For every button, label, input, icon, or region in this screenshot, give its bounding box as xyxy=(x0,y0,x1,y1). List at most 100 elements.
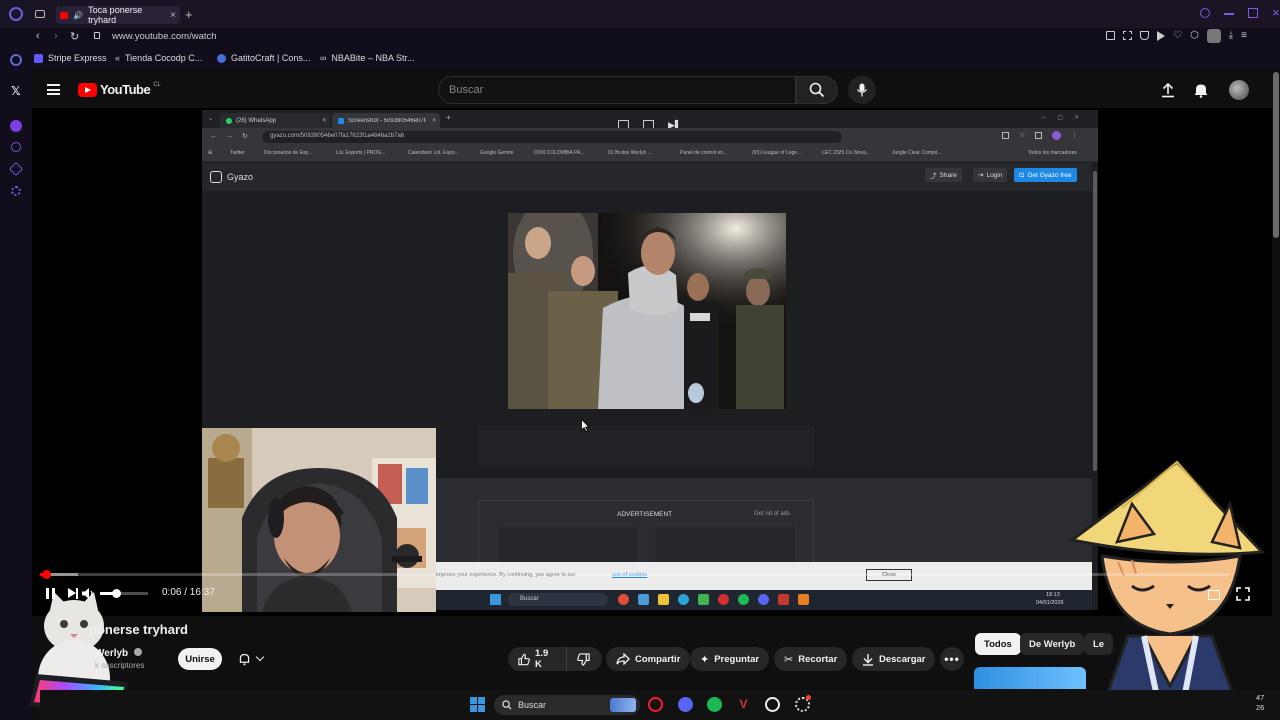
pause-button[interactable] xyxy=(46,588,55,599)
settings-icon[interactable] xyxy=(11,186,21,196)
forward-icon[interactable]: › xyxy=(54,30,58,42)
speaker-icon[interactable]: 🔊 xyxy=(73,11,83,20)
share-arrow-icon xyxy=(616,653,630,665)
heart-icon[interactable]: ♡ xyxy=(1173,31,1182,43)
extensions-icon[interactable]: ⬡ xyxy=(1190,31,1199,43)
close-window-icon[interactable]: × xyxy=(1272,6,1280,19)
stripe-icon xyxy=(34,53,43,63)
progress-scrubber[interactable] xyxy=(41,570,51,579)
voice-search-button[interactable] xyxy=(848,76,876,104)
nbabite-icon: ∞ xyxy=(320,53,327,63)
menu-icon[interactable]: ≡ xyxy=(1241,31,1247,43)
clip-button[interactable]: ✂ Recortar xyxy=(774,647,848,671)
search-button[interactable] xyxy=(796,76,838,104)
shield-icon[interactable] xyxy=(1140,31,1149,40)
x-twitter-icon[interactable]: 𝕏 xyxy=(11,84,21,98)
url-field[interactable]: www.youtube.com/watch xyxy=(112,31,217,42)
dislike-button[interactable] xyxy=(566,647,602,671)
embedded-bookmark: (65) League of Lege... xyxy=(752,150,802,156)
bookmark-item[interactable]: ∞ NBABite – NBA Str... xyxy=(320,53,414,63)
ask-button[interactable]: ✦ Preguntar xyxy=(690,647,770,671)
os-clock: 47 26 xyxy=(1256,693,1265,712)
embedded-clock-date: 04/01/2026 xyxy=(1036,600,1064,606)
whatsapp-taskbar-icon[interactable] xyxy=(765,697,780,712)
gyazo-tab-icon xyxy=(338,117,344,124)
subscriber-count: k suscriptores xyxy=(95,661,145,670)
downloads-icon[interactable]: ⤓ xyxy=(1229,31,1233,43)
profile-avatar[interactable] xyxy=(1206,29,1221,43)
maximize-icon[interactable] xyxy=(1248,8,1258,18)
video-title: ponerse tryhard xyxy=(89,622,188,637)
pinboard-icon[interactable] xyxy=(8,161,24,177)
download-icon: ⊡ xyxy=(1019,172,1025,179)
play-icon[interactable] xyxy=(1157,31,1165,41)
join-button[interactable]: Unirse xyxy=(178,648,222,670)
search-highlight-icon xyxy=(610,698,636,712)
upload-icon[interactable] xyxy=(1160,82,1176,98)
search-tabs-icon[interactable] xyxy=(1200,8,1210,18)
opera-ai-icon[interactable] xyxy=(10,54,22,66)
bookmark-item[interactable]: Stripe Express xyxy=(34,53,107,63)
embedded-tab-gyazo: Screenshot - 509390546e07fa1 × xyxy=(332,113,440,128)
tab-active[interactable]: 🔊 Toca ponerse tryhard × xyxy=(56,5,180,25)
history-icon[interactable] xyxy=(11,142,21,152)
like-count: 1.9 K xyxy=(535,648,549,670)
back-icon[interactable]: ‹ xyxy=(36,30,40,42)
spotify-taskbar-icon[interactable] xyxy=(707,697,722,712)
volume-handle[interactable] xyxy=(112,589,121,598)
rid-ads-link: Get rid of ads xyxy=(754,511,791,517)
search-input[interactable]: Buscar xyxy=(438,76,796,104)
channel-name[interactable]: Werlyb xyxy=(95,648,142,659)
reload-icon[interactable]: ↻ xyxy=(70,30,79,43)
notifications-bell-icon[interactable] xyxy=(1193,82,1209,98)
riot-taskbar-icon[interactable]: V xyxy=(736,697,751,712)
embedded-bookmark: Jungle Clear Compil... xyxy=(892,150,942,156)
opera-logo-icon[interactable] xyxy=(9,7,23,21)
embedded-bookmark: Diccionarios de Esp... xyxy=(264,150,313,156)
pause-icon xyxy=(46,588,49,599)
opera-taskbar-icon[interactable] xyxy=(648,697,663,712)
tab-switcher-icon[interactable] xyxy=(35,10,45,18)
messenger-icon[interactable] xyxy=(10,120,22,132)
account-avatar[interactable] xyxy=(1229,80,1249,100)
gyazo-logo-icon xyxy=(210,171,222,183)
pin-icon[interactable] xyxy=(1106,31,1115,40)
minimize-icon[interactable] xyxy=(1224,13,1234,15)
next-button[interactable] xyxy=(68,588,78,599)
tab-close-icon[interactable]: × xyxy=(170,10,176,21)
chip-more[interactable]: Le xyxy=(1084,633,1114,655)
windows-start-button[interactable] xyxy=(470,697,485,712)
snapshot-icon[interactable] xyxy=(1123,31,1132,40)
bell-icon xyxy=(239,653,250,666)
chevron-down-icon xyxy=(255,652,265,662)
embedded-nav-icons: ←→↻ xyxy=(210,133,257,140)
chip-from-channel[interactable]: De Werlyb xyxy=(1020,633,1085,655)
volume-button[interactable] xyxy=(82,588,94,599)
new-tab-icon[interactable]: + xyxy=(185,7,193,22)
fullscreen-icon[interactable] xyxy=(1236,587,1250,601)
discord-taskbar-icon[interactable] xyxy=(678,697,693,712)
volume-icon xyxy=(82,588,93,599)
more-actions-button[interactable]: ••• xyxy=(940,647,964,671)
related-video-thumbnail[interactable] xyxy=(974,667,1086,689)
youtube-logo[interactable]: YouTube CL xyxy=(78,82,161,97)
hamburger-menu-icon[interactable] xyxy=(47,84,60,95)
like-button[interactable]: 1.9 K xyxy=(508,647,566,671)
bookmark-item[interactable]: GatitoCraft | Cons... xyxy=(217,53,310,63)
os-search-icon xyxy=(502,700,512,710)
youtube-wordmark: YouTube xyxy=(100,82,151,97)
share-button[interactable]: Compartir xyxy=(606,647,691,671)
embedded-bookmark: Panel de control en... xyxy=(680,150,728,156)
notifications-bell-button[interactable] xyxy=(232,647,278,671)
progress-bar[interactable] xyxy=(40,573,1230,576)
ad-label: ADVERTISEMENT xyxy=(617,511,673,518)
chip-all[interactable]: Todos xyxy=(975,633,1021,655)
os-search-box[interactable]: Buscar xyxy=(494,695,640,715)
miniplayer-icon[interactable] xyxy=(1208,590,1220,600)
gyazo-share-button: ⤴ Share xyxy=(925,168,962,182)
page-scrollbar[interactable] xyxy=(1272,70,1280,690)
sparkle-icon: ✦ xyxy=(700,653,710,666)
bookmark-item[interactable]: « Tienda Cocodp C... xyxy=(115,53,202,63)
gatitocraft-icon xyxy=(217,53,226,63)
download-button[interactable]: Descargar xyxy=(852,647,936,671)
